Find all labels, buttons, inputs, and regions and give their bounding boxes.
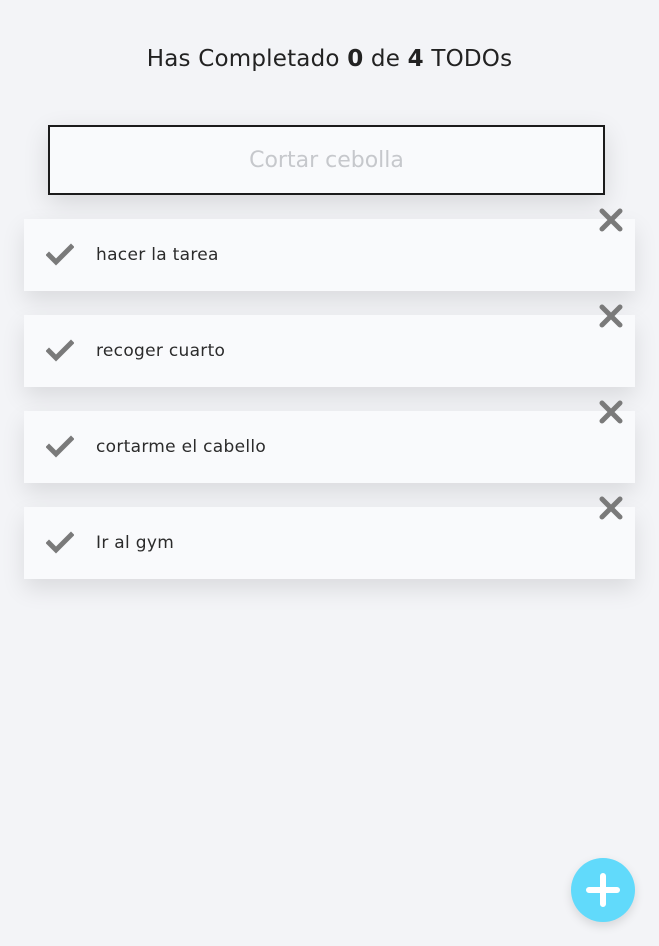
counter-prefix: Has Completado — [146, 46, 340, 72]
close-icon[interactable] — [598, 495, 624, 521]
todo-text: recoger cuarto — [96, 341, 226, 361]
plus-icon — [586, 873, 620, 907]
total-count: 4 — [407, 46, 424, 72]
todo-item: recoger cuarto — [24, 304, 635, 387]
search-box — [48, 125, 605, 195]
close-icon[interactable] — [598, 399, 624, 425]
todo-item: hacer la tarea — [24, 208, 635, 291]
todo-item: cortarme el cabello — [24, 400, 635, 483]
search-input[interactable] — [48, 125, 605, 195]
todo-text: cortarme el cabello — [96, 437, 267, 457]
todo-counter: Has Completado 0 de 4 TODOs — [0, 46, 659, 72]
check-icon[interactable] — [45, 531, 75, 555]
close-icon[interactable] — [598, 303, 624, 329]
todo-item: Ir al gym — [24, 496, 635, 579]
add-todo-button[interactable] — [571, 858, 635, 922]
close-icon[interactable] — [598, 207, 624, 233]
todo-text: Ir al gym — [96, 533, 175, 553]
check-icon[interactable] — [45, 339, 75, 363]
todo-text: hacer la tarea — [96, 245, 219, 265]
counter-suffix: TODOs — [431, 46, 513, 72]
check-icon[interactable] — [45, 243, 75, 267]
completed-count: 0 — [347, 46, 364, 72]
todo-list: hacer la tarea recoger cuarto cortarme e… — [24, 208, 635, 603]
counter-middle: de — [370, 46, 401, 72]
check-icon[interactable] — [45, 435, 75, 459]
